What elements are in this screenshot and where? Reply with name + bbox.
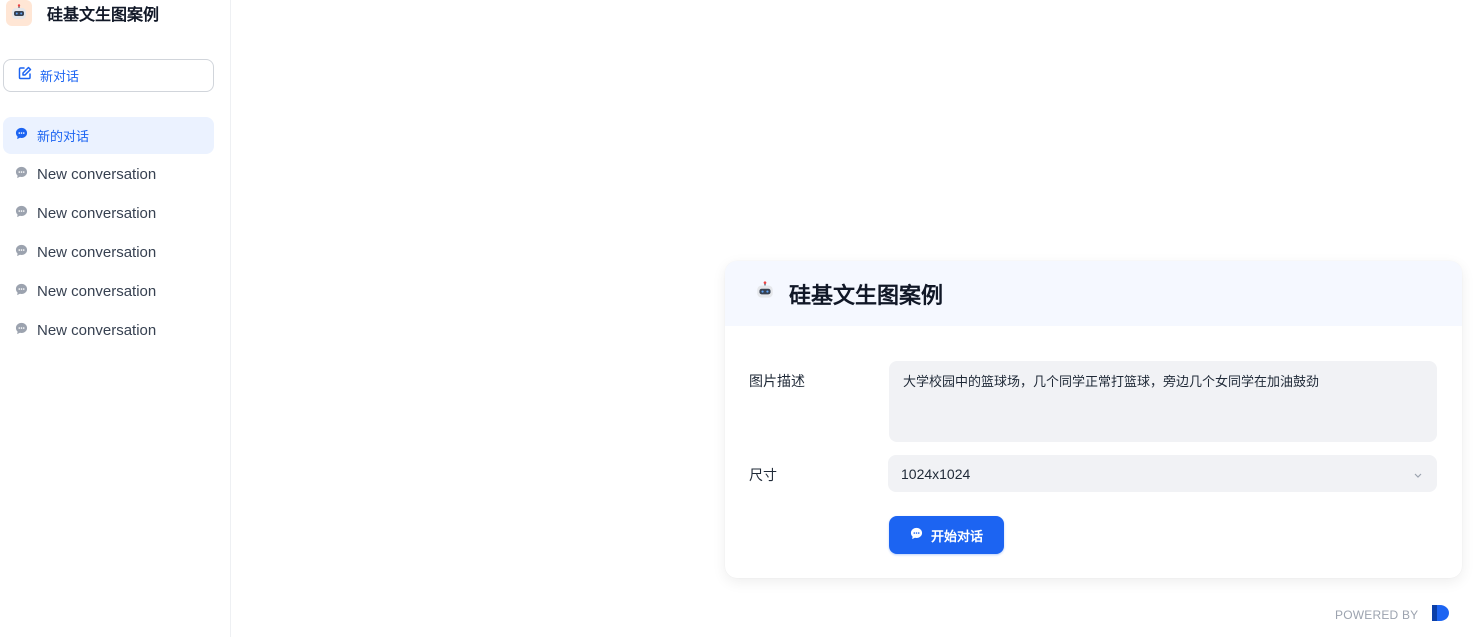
chat-bubble-icon: [910, 527, 923, 543]
size-label: 尺寸: [749, 467, 777, 483]
chat-bubble-icon: [15, 166, 28, 184]
chat-bubble-icon: [15, 244, 28, 262]
edit-icon: [18, 66, 32, 85]
conversation-item[interactable]: New conversation: [3, 273, 214, 310]
conversation-label: New conversation: [37, 283, 157, 300]
description-textarea[interactable]: 大学校园中的篮球场，几个同学正常打篮球，旁边几个女同学在加油鼓劲: [889, 361, 1437, 442]
conversation-item[interactable]: New conversation: [3, 312, 214, 349]
sidebar: 硅基文生图案例 新对话 新的对话 New conversation New co…: [0, 0, 231, 637]
conversation-item[interactable]: New conversation: [3, 195, 214, 232]
start-conversation-button[interactable]: 开始对话: [889, 516, 1004, 554]
conversation-item[interactable]: New conversation: [3, 156, 214, 193]
app-root: 硅基文生图案例 新对话 新的对话 New conversation New co…: [0, 0, 1482, 637]
powered-by-text: POWERED BY: [1335, 607, 1419, 622]
robot-logo-icon: [6, 0, 32, 26]
powered-by: POWERED BY: [1335, 603, 1452, 626]
start-button-label: 开始对话: [930, 528, 983, 544]
new-chat-button[interactable]: 新对话: [3, 59, 214, 92]
robot-icon: [755, 281, 775, 306]
chat-bubble-icon: [15, 205, 28, 223]
chat-bubble-icon: [15, 283, 28, 301]
brand: 硅基文生图案例: [6, 0, 159, 26]
conversation-item-active[interactable]: 新的对话: [3, 117, 214, 154]
conversation-label: New conversation: [37, 166, 157, 183]
app-title: 硅基文生图案例: [47, 7, 160, 24]
chat-bubble-icon: [15, 127, 28, 145]
prompt-form-card: 硅基文生图案例 图片描述 大学校园中的篮球场，几个同学正常打篮球，旁边几个女同学…: [725, 261, 1462, 578]
conversation-label: New conversation: [37, 205, 157, 222]
conversation-item[interactable]: New conversation: [3, 234, 214, 271]
card-header: 硅基文生图案例: [725, 261, 1462, 326]
conversation-label: 新的对话: [37, 129, 90, 144]
conversation-label: New conversation: [37, 322, 157, 339]
conversation-label: New conversation: [37, 244, 157, 261]
size-select-value: 1024x1024: [901, 465, 971, 482]
size-select[interactable]: 1024x1024: [888, 455, 1437, 492]
description-label: 图片描述: [749, 373, 805, 389]
new-chat-label: 新对话: [40, 69, 80, 84]
dify-logo-icon: [1430, 603, 1452, 626]
card-title: 硅基文生图案例: [789, 282, 944, 308]
chat-bubble-icon: [15, 322, 28, 340]
conversation-list: 新的对话 New conversation New conversation N…: [3, 117, 214, 351]
chevron-down-icon: [1413, 467, 1423, 483]
